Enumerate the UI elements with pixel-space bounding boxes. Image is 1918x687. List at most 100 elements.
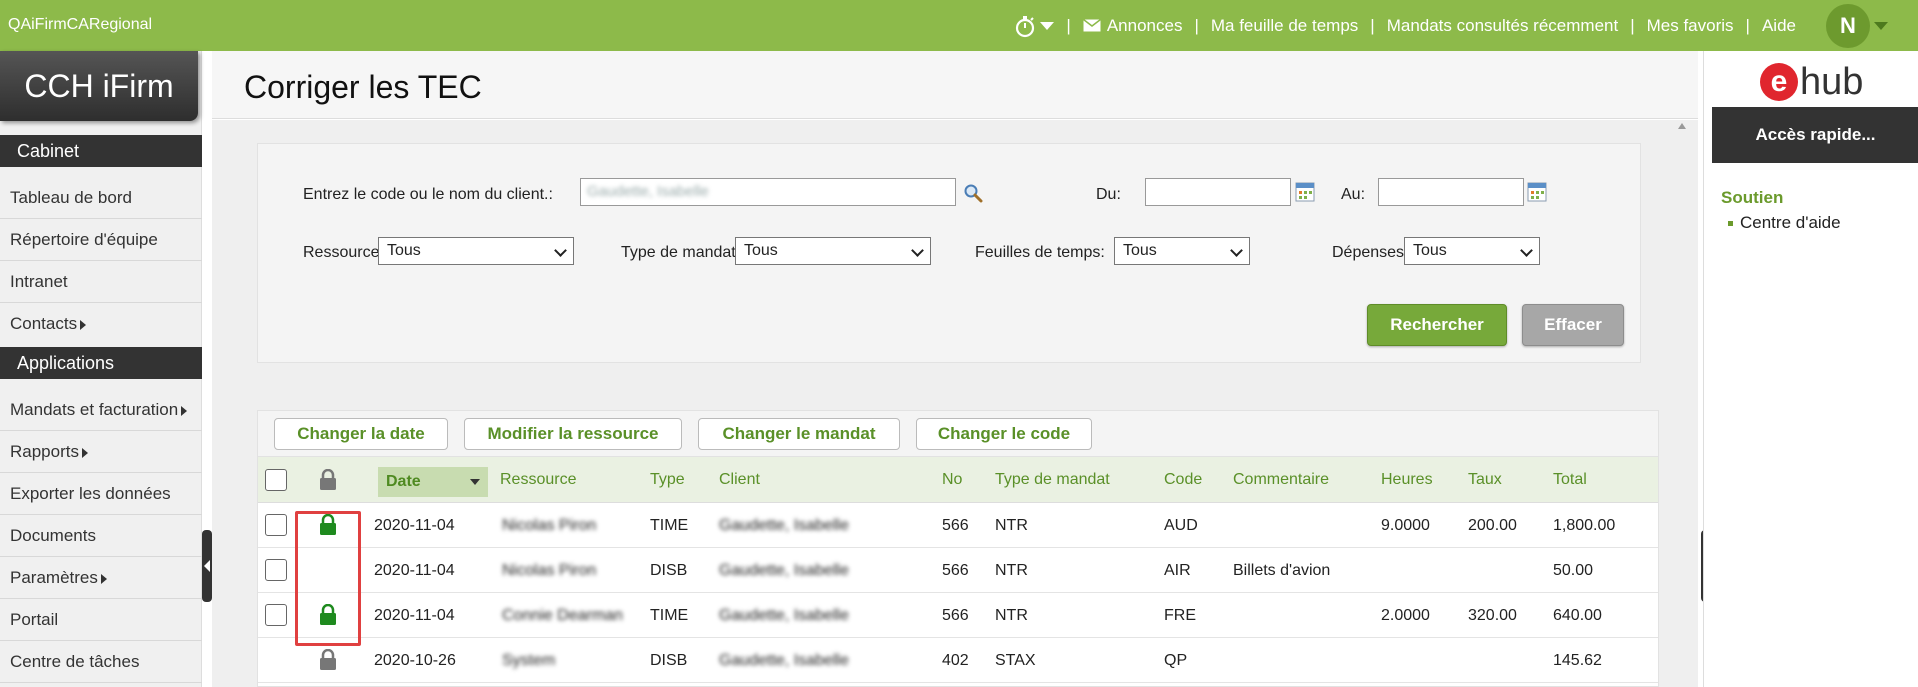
expenses-select[interactable]: Tous — [1404, 237, 1540, 265]
cell-date: 2020-11-04 — [374, 562, 455, 579]
tenant-name: QAiFirmCARegional — [8, 16, 153, 33]
select-all-checkbox[interactable] — [265, 469, 287, 491]
row-checkbox[interactable] — [265, 514, 287, 536]
my-timesheet-link[interactable]: Ma feuille de temps — [1211, 16, 1358, 36]
quick-access-button[interactable]: Accès rapide... — [1712, 107, 1918, 163]
chevron-right-icon — [100, 573, 107, 584]
cell-rate: 320.00 — [1468, 607, 1517, 624]
from-date-input[interactable] — [1145, 178, 1291, 206]
sidebar-item-dashboard[interactable]: Tableau de bord — [0, 177, 202, 219]
sidebar-item-intranet[interactable]: Intranet — [0, 261, 202, 303]
favorites-link[interactable]: Mes favoris — [1647, 16, 1734, 36]
lock-icon — [320, 649, 336, 670]
separator: | — [1745, 15, 1750, 35]
timesheets-select[interactable]: Tous — [1114, 237, 1250, 265]
calendar-icon[interactable] — [1527, 182, 1547, 202]
sidebar-item-contacts[interactable]: Contacts — [0, 303, 202, 345]
left-sidebar: CCH iFirm Cabinet Tableau de bord Répert… — [0, 51, 202, 687]
announcements-link[interactable]: Annonces — [1082, 15, 1183, 36]
sidebar-item-reports[interactable]: Rapports — [0, 431, 202, 473]
recent-mandates-link[interactable]: Mandats consultés récemment — [1387, 16, 1619, 36]
column-header-no[interactable]: No — [942, 471, 962, 489]
mandate-type-select[interactable]: Tous — [735, 237, 931, 265]
section-applications: Applications — [0, 347, 202, 379]
row-checkbox[interactable] — [265, 559, 287, 581]
user-avatar[interactable]: N — [1826, 3, 1870, 48]
change-mandate-button[interactable]: Changer le mandat — [698, 418, 900, 450]
chevron-right-icon — [81, 447, 88, 458]
sidebar-item-documents[interactable]: Documents — [0, 515, 202, 557]
sidebar-item-label: Intranet — [10, 272, 68, 291]
sidebar-item-label: Paramètres — [10, 568, 98, 587]
search-icon[interactable] — [963, 183, 983, 203]
column-header-rate[interactable]: Taux — [1468, 471, 1502, 489]
chevron-right-icon — [80, 319, 87, 330]
search-button[interactable]: Rechercher — [1367, 304, 1507, 346]
table-row[interactable]: 2020-10-26 System DISB Gaudette, Isabell… — [258, 638, 1658, 683]
chevron-down-icon[interactable] — [1874, 21, 1888, 30]
calendar-icon[interactable] — [1295, 182, 1315, 202]
sidebar-item-label: Mandats et facturation — [10, 400, 179, 419]
sidebar-item-export-data[interactable]: Exporter les données — [0, 473, 202, 515]
column-header-code[interactable]: Code — [1164, 471, 1202, 489]
cell-no: 566 — [942, 607, 969, 624]
cell-type: DISB — [650, 562, 688, 579]
cell-type: DISB — [650, 652, 688, 669]
app-logo[interactable]: CCH iFirm — [0, 51, 198, 121]
cell-code: AIR — [1164, 562, 1191, 579]
timer-menu[interactable] — [1014, 14, 1055, 38]
column-header-mandate-type[interactable]: Type de mandat — [995, 471, 1110, 489]
cell-type: TIME — [650, 607, 689, 624]
timesheets-label: Feuilles de temps: — [975, 244, 1105, 261]
column-header-type[interactable]: Type — [650, 471, 685, 489]
column-header-client[interactable]: Client — [719, 471, 760, 489]
column-header-date[interactable]: Date — [378, 467, 488, 497]
change-code-button[interactable]: Changer le code — [916, 418, 1092, 450]
column-header-comment[interactable]: Commentaire — [1233, 471, 1329, 489]
row-checkbox[interactable] — [265, 604, 287, 626]
change-date-button[interactable]: Changer la date — [274, 418, 448, 450]
sidebar-item-settings[interactable]: Paramètres — [0, 557, 202, 599]
resource-select[interactable]: Tous — [378, 237, 574, 265]
expenses-label: Dépenses: — [1332, 244, 1409, 261]
lock-icon — [320, 604, 336, 625]
scroll-up-arrow[interactable] — [1678, 123, 1686, 129]
sidebar-item-team-directory[interactable]: Répertoire d'équipe — [0, 219, 202, 261]
client-search-input[interactable]: Gaudette, Isabelle — [580, 178, 956, 206]
help-link[interactable]: Aide — [1762, 16, 1796, 36]
chevron-left-icon — [204, 560, 210, 572]
cell-mandate-type: NTR — [995, 607, 1028, 624]
table-row[interactable]: 2020-11-04 Nicolas Piron DISB Gaudette, … — [258, 548, 1658, 593]
sidebar-item-mandates-billing[interactable]: Mandats et facturation — [0, 389, 202, 431]
table-row[interactable]: 2020-11-04 Connie Dearman TIME Gaudette,… — [258, 593, 1658, 638]
chevron-down-icon — [1520, 244, 1533, 257]
mandate-type-label: Type de mandat: — [621, 244, 741, 261]
table-row[interactable]: 2020-11-04 Nicolas Piron TIME Gaudette, … — [258, 503, 1658, 548]
ehub-logo[interactable]: e hub — [1760, 59, 1863, 105]
cell-mandate-type: NTR — [995, 562, 1028, 579]
column-header-hours[interactable]: Heures — [1381, 471, 1433, 489]
sidebar-item-task-center[interactable]: Centre de tâches — [0, 641, 202, 683]
cell-no: 566 — [942, 517, 969, 534]
sidebar-item-label: Centre de tâches — [10, 652, 140, 671]
cell-date: 2020-11-04 — [374, 607, 455, 624]
from-date-label: Du: — [1096, 186, 1121, 203]
modify-resource-button[interactable]: Modifier la ressource — [464, 418, 682, 450]
help-center-link[interactable]: Centre d'aide — [1728, 213, 1841, 233]
cell-rate: 200.00 — [1468, 517, 1517, 534]
separator: | — [1194, 15, 1199, 35]
cell-client: Gaudette, Isabelle — [719, 562, 849, 579]
ehub-logo-e: e — [1760, 63, 1798, 101]
stopwatch-icon — [1016, 15, 1035, 37]
column-header-total[interactable]: Total — [1553, 471, 1587, 489]
cell-client: Gaudette, Isabelle — [719, 652, 849, 669]
to-date-input[interactable] — [1378, 178, 1524, 206]
collapse-sidebar-handle[interactable] — [202, 530, 212, 602]
announcements-label: Annonces — [1106, 15, 1183, 35]
cell-client: Gaudette, Isabelle — [719, 517, 849, 534]
resource-select-value: Tous — [387, 242, 421, 259]
column-header-date-label: Date — [386, 473, 421, 490]
sidebar-item-portal[interactable]: Portail — [0, 599, 202, 641]
column-header-resource[interactable]: Ressource — [500, 471, 576, 489]
clear-button[interactable]: Effacer — [1522, 304, 1624, 346]
